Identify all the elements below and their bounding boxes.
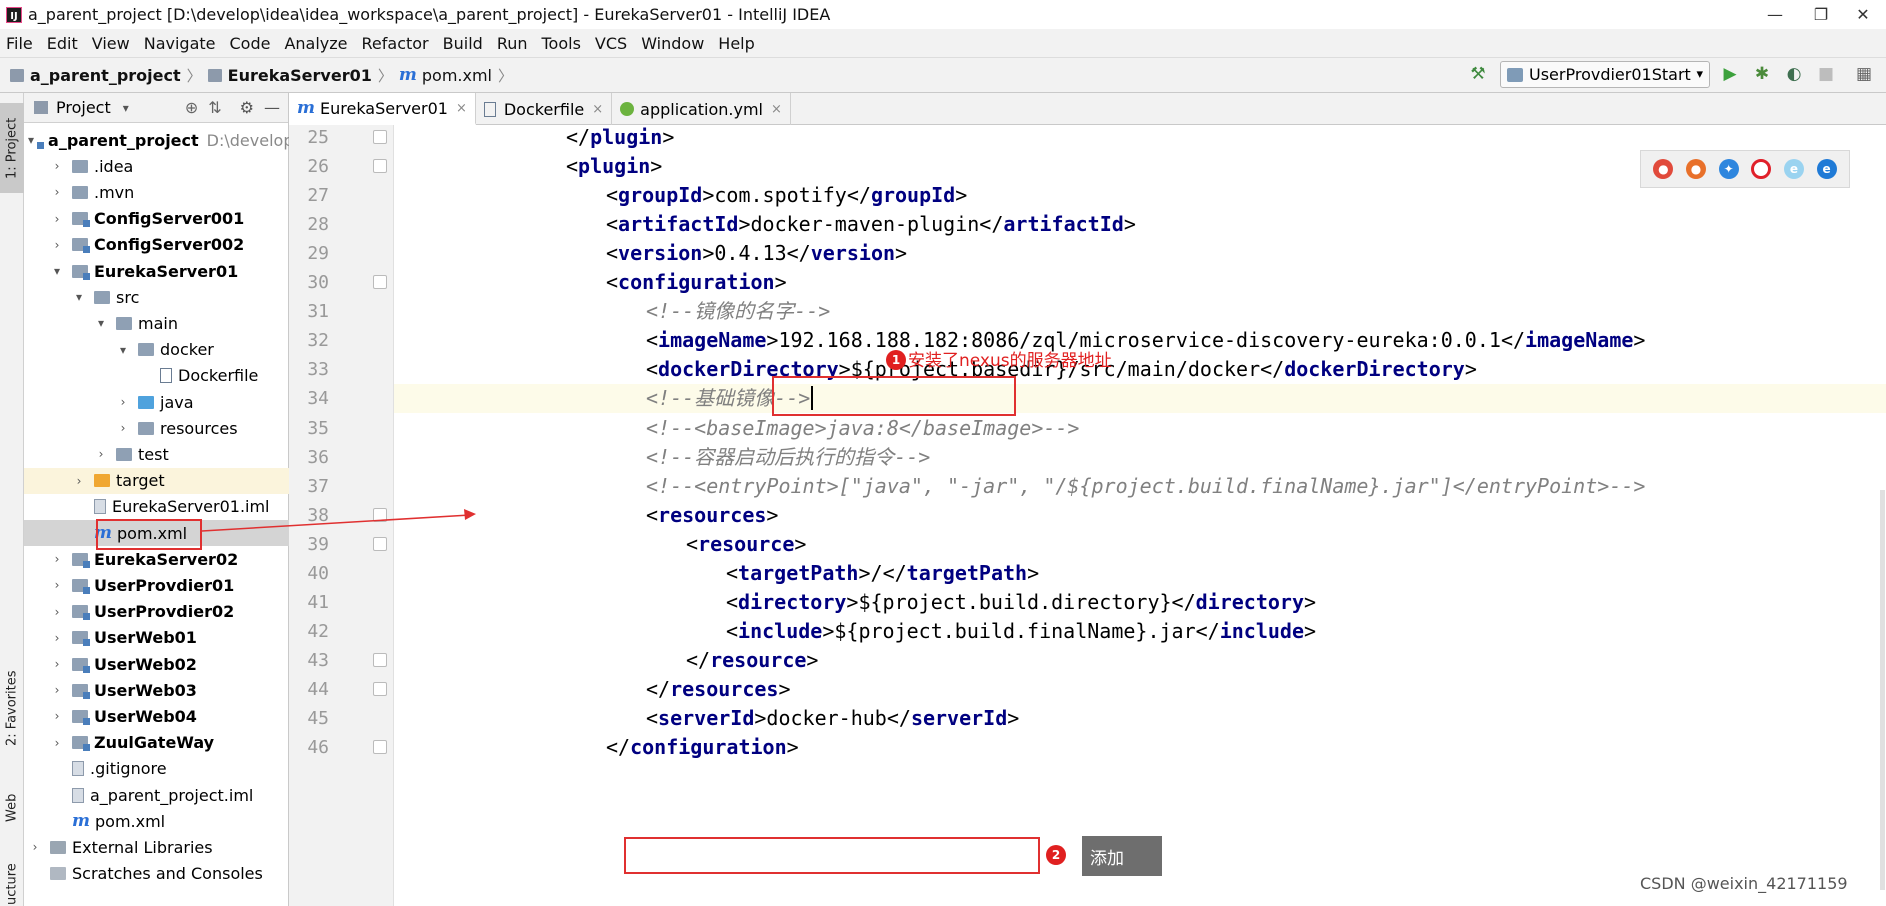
annotation-badge-2: 2 xyxy=(1046,845,1066,865)
highlight-server-address xyxy=(772,376,1016,416)
editor-scrollbar[interactable] xyxy=(1880,490,1885,890)
highlight-server-id xyxy=(624,837,1040,874)
annotation-text-1: 安装了nexus的服务器地址 xyxy=(908,351,1112,371)
ide-window: IJ a_parent_project [D:\develop\idea\ide… xyxy=(0,0,1886,906)
watermark: CSDN @weixin_42171159 xyxy=(1640,874,1848,893)
annotation-text-2: 添加 xyxy=(1082,836,1162,876)
annotation-arrow xyxy=(201,509,476,532)
annotation-badge-1: 1 xyxy=(886,350,906,370)
